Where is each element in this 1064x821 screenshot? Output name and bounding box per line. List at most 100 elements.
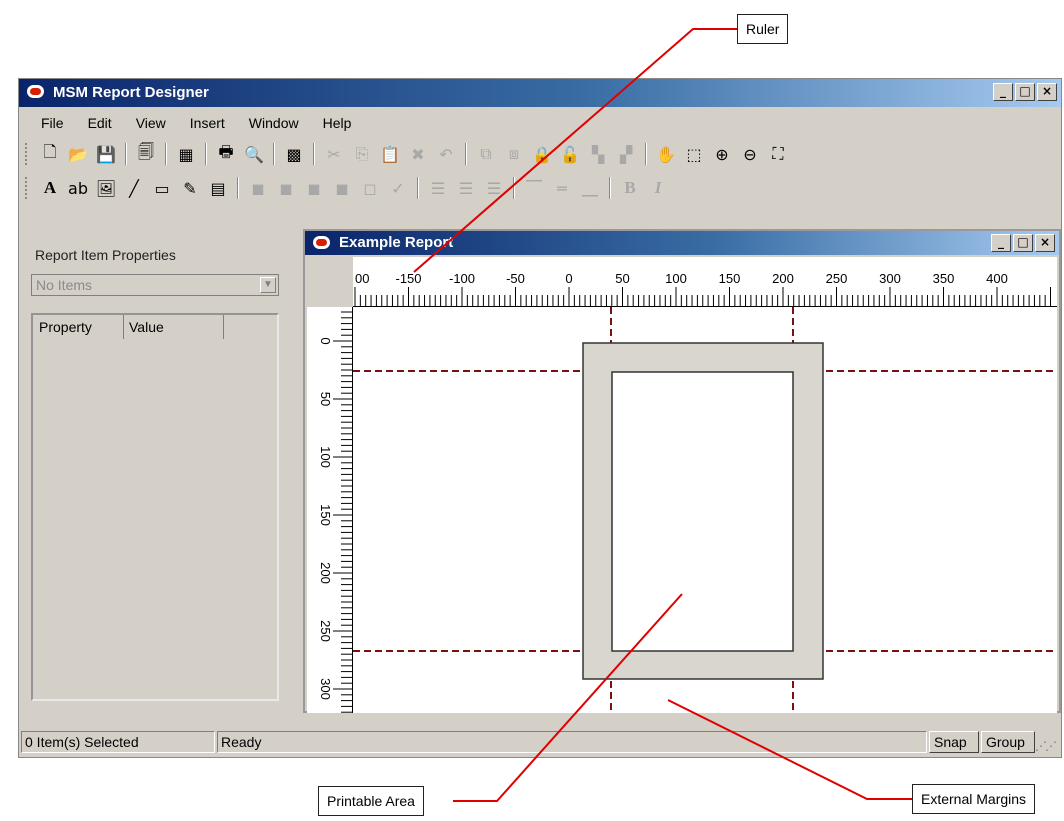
status-bar: 0 Item(s) Selected Ready Snap Group ⋰⋰ [19, 729, 1061, 755]
italic-icon[interactable]: I [646, 176, 670, 200]
report-close-button[interactable]: × [1035, 234, 1055, 252]
toolbar-separator [125, 143, 127, 165]
print-icon[interactable]: 🖶 [214, 142, 238, 166]
zoom-fit-icon[interactable]: ⛶ [766, 142, 790, 166]
print-preview-icon[interactable]: 🔍 [242, 142, 266, 166]
zoom-out-icon[interactable]: ⊖ [738, 142, 762, 166]
report-logo-icon [313, 236, 330, 249]
group-button[interactable]: Group [981, 731, 1035, 753]
toolbar-separator [417, 177, 419, 199]
color-palette-icon[interactable]: ▦ [174, 142, 198, 166]
horizontal-ruler[interactable]: 00 -150 -100 -50 0 50 100 150 200 250 300 350 400 [353, 257, 1057, 307]
align-group-2-icon[interactable]: ▞ [614, 142, 638, 166]
toolbar-separator [205, 143, 207, 165]
ruler-label: 300 [879, 271, 901, 286]
toolbar-separator [465, 143, 467, 165]
bring-front-icon[interactable]: ⧉ [474, 142, 498, 166]
report-maximize-button[interactable]: □ [1013, 234, 1033, 252]
cube-icon-2[interactable]: ◼ [274, 176, 298, 200]
page-setup-icon[interactable]: 🗐 [134, 142, 158, 166]
new-file-icon[interactable]: 🗋 [38, 142, 62, 166]
grid-icon[interactable]: ▩ [282, 142, 306, 166]
property-grid[interactable]: Property Value [31, 313, 279, 701]
cube-icon-4[interactable]: ◼ [330, 176, 354, 200]
ruler-label: -150 [395, 271, 421, 286]
open-folder-icon[interactable]: 📂 [66, 142, 90, 166]
copy-icon[interactable]: ⎘ [350, 142, 374, 166]
text-tool-icon[interactable]: A [38, 176, 62, 200]
align-right-icon[interactable]: ☰ [482, 176, 506, 200]
app-logo-icon [27, 85, 44, 98]
align-left-icon[interactable]: ☰ [426, 176, 450, 200]
toolbar-separator [237, 177, 239, 199]
valign-middle-icon[interactable]: ═ [550, 176, 574, 200]
line-tool-icon[interactable]: ╱ [122, 176, 146, 200]
rectangle-tool-icon[interactable]: ▭ [150, 176, 174, 200]
close-button[interactable]: × [1037, 83, 1057, 101]
lock-icon[interactable]: 🔒 [530, 142, 554, 166]
cube-icon-3[interactable]: ◼ [302, 176, 326, 200]
ruler-label: 150 [719, 271, 741, 286]
pen-tool-icon[interactable]: ✎ [178, 176, 202, 200]
zoom-area-icon[interactable]: ⬚ [682, 142, 706, 166]
menu-file[interactable]: File [19, 115, 76, 131]
ruler-label: 50 [615, 271, 629, 286]
ruler-label: -50 [506, 271, 525, 286]
ruler-label: 200 [318, 562, 333, 584]
report-item-properties-panel: Report Item Properties No Items ▼ Proper… [23, 231, 291, 709]
item-select-combo[interactable]: No Items ▼ [31, 274, 279, 296]
paste-icon[interactable]: 📋 [378, 142, 402, 166]
cube-icon-1[interactable]: ◼ [246, 176, 270, 200]
cut-icon[interactable]: ✂ [322, 142, 346, 166]
toolbar-separator [609, 177, 611, 199]
ruler-label: 100 [665, 271, 687, 286]
ruler-label: 150 [318, 504, 333, 526]
field-tool-icon[interactable]: ab [66, 176, 90, 200]
bold-icon[interactable]: B [618, 176, 642, 200]
menu-edit[interactable]: Edit [76, 115, 124, 131]
snap-button[interactable]: Snap [929, 731, 979, 753]
toolbar-grip[interactable] [25, 143, 30, 165]
resize-grip-icon[interactable]: ⋰⋰ [1035, 739, 1057, 753]
menu-insert[interactable]: Insert [178, 115, 237, 131]
valign-bottom-icon[interactable]: ⎽ [578, 176, 602, 200]
image-tool-icon[interactable]: 🖼 [94, 176, 118, 200]
column-header-value[interactable]: Value [129, 319, 164, 335]
toolbar-separator [313, 143, 315, 165]
delete-icon[interactable]: ✖ [406, 142, 430, 166]
report-minimize-button[interactable]: _ [991, 234, 1011, 252]
toolbar-separator [165, 143, 167, 165]
menu-window[interactable]: Window [237, 115, 311, 131]
ruler-label: 00 [355, 271, 369, 286]
valign-top-icon[interactable]: ⎺ [522, 176, 546, 200]
chevron-down-icon[interactable]: ▼ [260, 277, 276, 293]
format-check-icon[interactable]: ✓ [386, 176, 410, 200]
align-group-icon[interactable]: ▚ [586, 142, 610, 166]
ruler-label: 300 [318, 678, 333, 700]
maximize-button[interactable]: □ [1015, 83, 1035, 101]
undo-icon[interactable]: ↶ [434, 142, 458, 166]
ruler-label: 100 [318, 446, 333, 468]
main-window: MSM Report Designer _ □ × File Edit View… [18, 78, 1062, 758]
ruler-label: 350 [933, 271, 955, 286]
unlock-icon[interactable]: 🔓 [558, 142, 582, 166]
send-back-icon[interactable]: ⧈ [502, 142, 526, 166]
callout-printable-area: Printable Area [318, 786, 424, 816]
pan-hand-icon[interactable]: ✋ [654, 142, 678, 166]
ruler-label: 250 [318, 620, 333, 642]
save-icon[interactable]: 💾 [94, 142, 118, 166]
table-tool-icon[interactable]: ▤ [206, 176, 230, 200]
toolbar-grip[interactable] [25, 177, 30, 199]
vertical-ruler[interactable]: 0 50 100 150 200 250 300 [307, 307, 353, 713]
report-title: Example Report [339, 234, 454, 251]
cube-icon-5[interactable]: ◻ [358, 176, 382, 200]
column-header-property[interactable]: Property [39, 319, 92, 335]
drawing-toolbar: Aab 🖼 ╱ ▭ ✎ ▤ ◼ ◼ ◼ ◼ ◻ ✓ ☰ ☰ ☰ ⎺ ═ ⎽ B I [19, 171, 1061, 205]
align-center-icon[interactable]: ☰ [454, 176, 478, 200]
report-canvas[interactable] [353, 307, 1057, 713]
zoom-in-icon[interactable]: ⊕ [710, 142, 734, 166]
toolbar-separator [513, 177, 515, 199]
menu-view[interactable]: View [124, 115, 178, 131]
menu-help[interactable]: Help [311, 115, 364, 131]
minimize-button[interactable]: _ [993, 83, 1013, 101]
